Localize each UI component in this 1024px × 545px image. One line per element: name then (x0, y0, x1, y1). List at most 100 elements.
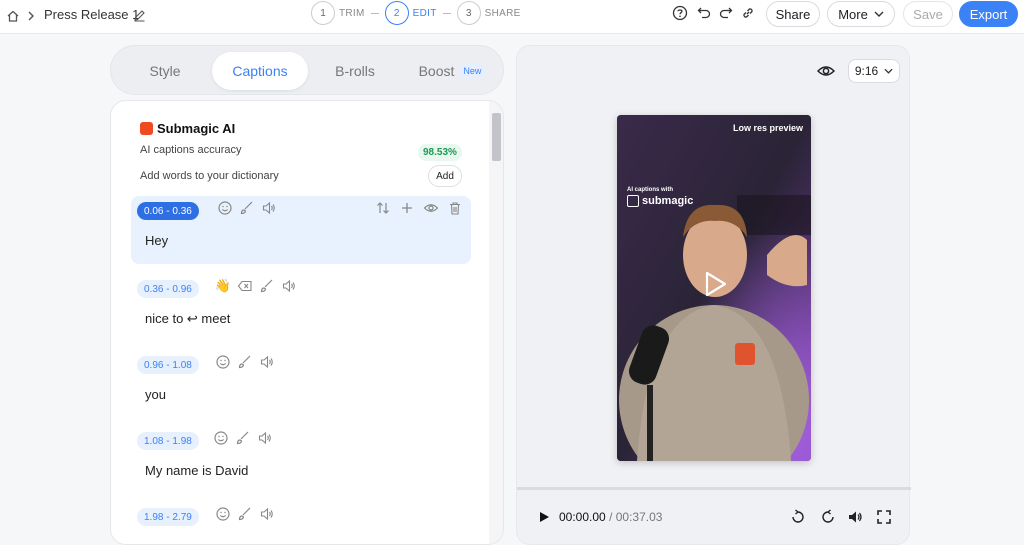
step-divider (442, 12, 451, 14)
playback-progress-bar[interactable] (517, 487, 911, 490)
caption-start: 1.08 (144, 435, 164, 447)
caption-tools (213, 430, 273, 446)
caption-tools (215, 354, 275, 370)
play-overlay-icon[interactable] (699, 269, 729, 299)
step-2-number[interactable]: 2 (384, 1, 409, 25)
caption-row[interactable]: 1.08 - 1.98 My name is David (131, 426, 471, 494)
share-button[interactable]: Share (766, 1, 820, 27)
preview-eye-icon[interactable] (815, 61, 837, 81)
tab-style[interactable]: Style (127, 52, 203, 90)
caption-tools (215, 506, 275, 522)
top-bar: Press Release 1 1 TRIM 2 EDIT 3 SHARE Sh… (0, 0, 1024, 34)
step-1-label[interactable]: TRIM (339, 8, 365, 19)
dictionary-label: Add words to your dictionary (140, 170, 279, 182)
accuracy-badge: 98.53% (418, 144, 462, 161)
caption-time-pill[interactable]: 0.06 - 0.36 (137, 202, 199, 220)
volume-icon[interactable] (259, 506, 275, 522)
step-3-number[interactable]: 3 (456, 1, 481, 25)
caption-row[interactable]: 1.98 - 2.79 (131, 502, 471, 544)
home-icon[interactable] (2, 5, 24, 27)
rewind-icon[interactable] (789, 508, 807, 526)
scrollbar[interactable] (489, 101, 503, 544)
volume-icon[interactable] (846, 508, 864, 526)
submagic-watermark-logo-icon (627, 195, 639, 207)
project-title[interactable]: Press Release 1 (44, 7, 139, 22)
caption-time-pill[interactable]: 1.98 - 2.79 (137, 508, 199, 526)
caption-text[interactable]: you (145, 387, 166, 402)
brush-icon[interactable] (239, 200, 255, 216)
volume-icon[interactable] (281, 278, 297, 294)
caption-row[interactable]: 0.96 - 1.08 you (131, 350, 471, 418)
more-button[interactable]: More (827, 1, 895, 27)
tab-boost[interactable]: Boost New (407, 52, 497, 90)
brush-icon[interactable] (235, 430, 251, 446)
more-label: More (838, 6, 868, 22)
waving-hand-emoji-icon[interactable]: 👋 (215, 278, 231, 294)
caption-row[interactable]: 0.06 - 0.36 Hey (131, 196, 471, 264)
editor-left-panel: Style Captions B-rolls Boost New Submagi… (110, 45, 505, 545)
volume-icon[interactable] (261, 200, 277, 216)
pencil-icon[interactable] (131, 6, 147, 24)
caption-row[interactable]: 0.36 - 0.96 👋 nice to ↩ meet (131, 274, 471, 342)
accuracy-label: AI captions accuracy (140, 144, 242, 156)
caption-tools: 👋 (215, 278, 297, 294)
forward-icon[interactable] (819, 508, 837, 526)
caption-time-pill[interactable]: 0.36 - 0.96 (137, 280, 199, 298)
caption-time-pill[interactable]: 0.96 - 1.08 (137, 356, 199, 374)
step-3-label[interactable]: SHARE (485, 8, 521, 19)
preview-panel: 9:16 Low res preview AI captions with su… (516, 45, 911, 545)
new-badge: New (459, 64, 486, 78)
submagic-logo-icon (140, 122, 153, 135)
export-button[interactable]: Export (959, 1, 1018, 27)
step-indicator: 1 TRIM 2 EDIT 3 SHARE (311, 1, 521, 25)
emoji-icon[interactable] (215, 506, 231, 522)
emoji-icon[interactable] (217, 200, 233, 216)
caption-text[interactable]: nice to ↩ meet (145, 311, 230, 327)
aspect-ratio-value: 9:16 (854, 64, 879, 78)
undo-icon[interactable] (694, 3, 714, 23)
caption-end: 0.36 (172, 205, 192, 217)
brush-icon[interactable] (259, 278, 275, 294)
emoji-icon[interactable] (215, 354, 231, 370)
aspect-ratio-select[interactable]: 9:16 (848, 59, 900, 83)
help-icon[interactable] (670, 3, 690, 23)
caption-end: 0.96 (172, 283, 192, 295)
fullscreen-icon[interactable] (875, 508, 893, 526)
low-res-label: Low res preview (732, 123, 803, 133)
total-time: / 00:37.03 (609, 510, 663, 524)
brush-icon[interactable] (237, 506, 253, 522)
eye-icon[interactable] (423, 200, 439, 216)
step-1-number[interactable]: 1 (311, 1, 335, 25)
caption-end: 1.08 (172, 359, 192, 371)
caption-text[interactable]: My name is David (145, 463, 248, 478)
play-icon[interactable] (535, 508, 553, 526)
save-button[interactable]: Save (903, 1, 953, 27)
step-2-label[interactable]: EDIT (413, 8, 437, 19)
current-time: 00:00.00 (559, 510, 606, 524)
chevron-down-icon (884, 68, 893, 74)
swap-icon[interactable] (375, 200, 391, 216)
video-preview[interactable]: Low res preview AI captions with submagi… (617, 115, 811, 461)
backspace-icon[interactable] (237, 278, 253, 294)
submagic-title: Submagic AI (157, 121, 236, 136)
volume-icon[interactable] (257, 430, 273, 446)
caption-end: 2.79 (172, 511, 192, 523)
brush-icon[interactable] (237, 354, 253, 370)
link-icon[interactable] (738, 3, 758, 23)
watermark-caption-label: AI captions with (627, 187, 674, 193)
captions-panel: Submagic AI AI captions accuracy 98.53% … (110, 100, 504, 545)
submagic-watermark-text: submagic (642, 195, 694, 207)
redo-icon[interactable] (716, 3, 736, 23)
tab-b-rolls[interactable]: B-rolls (317, 52, 393, 90)
scrollbar-thumb[interactable] (492, 113, 501, 161)
caption-time-pill[interactable]: 1.08 - 1.98 (137, 432, 199, 450)
volume-icon[interactable] (259, 354, 275, 370)
caption-start: 0.96 (144, 359, 164, 371)
submagic-watermark: submagic (627, 195, 693, 207)
caption-text[interactable]: Hey (145, 233, 168, 248)
tab-captions[interactable]: Captions (212, 52, 308, 90)
emoji-icon[interactable] (213, 430, 229, 446)
trash-icon[interactable] (447, 200, 463, 216)
add-dictionary-button[interactable]: Add (428, 165, 462, 187)
plus-icon[interactable] (399, 200, 415, 216)
